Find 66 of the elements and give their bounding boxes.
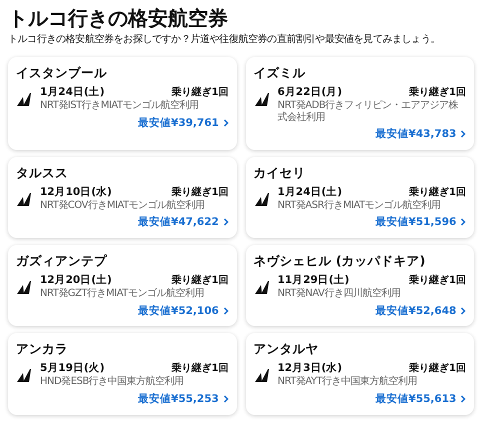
flight-date: 6月22日(月) [278,86,342,99]
city-name: カイセリ [254,164,306,180]
stops-label: 乗り継ぎ1回 [409,274,466,288]
flight-date: 12月20日(土) [40,274,112,287]
flight-date: 5月19日(火) [40,362,105,375]
route-text: NRT発NAV行き四川航空利用 [278,288,402,300]
stops-label: 乗り継ぎ1回 [172,274,228,288]
city-name: アンカラ [16,341,69,356]
flight-card[interactable]: アンカラ 5月19日(火) 乗り継ぎ1回 HND発ESB行き中国東方航空利用 最安値¥55,253 [8,333,236,414]
price-link[interactable]: 最安値¥43,783 [376,127,466,143]
stops-label: 乗り継ぎ1回 [172,362,228,376]
chevron-right-icon [222,218,228,226]
city-name: イスタンブール [16,65,108,80]
page-title: トルコ行きの格安航空券 [8,6,229,30]
chevron-right-icon [460,218,466,226]
flight-card[interactable]: イスタンブール 1月24日(土) 乗り継ぎ1回 NRT発IST行きMIATモンゴル航空利用 最安値¥39,761 [8,57,236,150]
slanted-stripes-icon [16,190,32,207]
city-name: ガズィアンテプ [16,253,108,268]
flight-card[interactable]: タルスス 12月10日(水) 乗り継ぎ1回 NRT発COV行きMIATモンゴル航空利用 最安値¥47,622 [8,156,236,238]
price-link[interactable]: 最安値¥55,613 [376,392,466,408]
flight-card[interactable]: アンタルヤ 12月3日(水) 乗り継ぎ1回 NRT発AYT行き中国東方航空利用 最安値¥55,613 [246,333,474,414]
stops-label: 乗り継ぎ1回 [172,186,228,200]
slanted-stripes-icon [16,279,32,295]
route-text: NRT発ASR行きMIATモンゴル航空利用 [278,200,442,212]
price-link[interactable]: 最安値¥52,648 [376,304,466,320]
price-link[interactable]: 最安値¥47,622 [138,215,228,231]
route-text: NRT発AYT行き中国東方航空利用 [278,376,418,388]
city-name: ネヴシェヒル (カッパドキア) [254,253,426,268]
stops-label: 乗り継ぎ1回 [409,186,466,200]
flight-card[interactable]: カイセリ 1月24日(土) 乗り継ぎ1回 NRT発ASR行きMIATモンゴル航空利用 最安値¥51,596 [246,156,474,238]
page-subtitle: トルコ行きの格安航空券をお探しですか？片道や往復航空券の直前割引や最安値を見てみましょう。 [8,32,442,47]
chevron-right-icon [460,306,466,315]
flight-date: 1月24日(土) [40,86,105,99]
route-text: NRT発COV行きMIATモンゴル航空利用 [40,200,206,212]
flight-date: 1月24日(土) [278,186,342,198]
chevron-right-icon [222,118,228,127]
stops-label: 乗り継ぎ1回 [172,86,228,100]
route-text: NRT発ADB行きフィリピン・エアアジア株式会社利用 [278,100,460,123]
slanted-stripes-icon [16,367,32,384]
chevron-right-icon [460,394,466,403]
chevron-right-icon [222,394,228,403]
flight-date: 12月3日(水) [278,362,342,375]
flight-card[interactable]: ネヴシェヒル (カッパドキア) 11月29日(土) 乗り継ぎ1回 NRT発NAV行き四川航空利用 最安値¥52,648 [246,245,474,326]
flight-date: 12月10日(水) [40,186,112,198]
price-link[interactable]: 最安値¥39,761 [138,116,228,132]
chevron-right-icon [222,306,228,315]
stops-label: 乗り継ぎ1回 [409,86,466,100]
slanted-stripes-icon [254,190,270,207]
slanted-stripes-icon [16,91,32,107]
route-text: NRT発IST行きMIATモンゴル航空利用 [40,100,200,112]
price-link[interactable]: 最安値¥52,106 [138,304,228,320]
flight-date: 11月29日(土) [278,274,350,287]
slanted-stripes-icon [254,279,270,295]
flight-card[interactable]: イズミル 6月22日(月) 乗り継ぎ1回 NRT発ADB行きフィリピン・エアアジア株式会社利用 最安値¥43,783 [246,57,474,150]
city-name: アンタルヤ [254,341,320,356]
price-link[interactable]: 最安値¥55,253 [138,392,228,408]
price-link[interactable]: 最安値¥51,596 [376,215,466,231]
city-name: イズミル [254,65,306,80]
route-text: NRT発GZT行きMIATモンゴル航空利用 [40,288,205,300]
slanted-stripes-icon [254,367,270,384]
city-name: タルスス [16,164,69,180]
stops-label: 乗り継ぎ1回 [409,362,466,376]
flight-card[interactable]: ガズィアンテプ 12月20日(土) 乗り継ぎ1回 NRT発GZT行きMIATモンゴル航空利用 最安値¥52,106 [8,245,236,326]
slanted-stripes-icon [254,91,270,107]
chevron-right-icon [460,130,466,138]
route-text: HND発ESB行き中国東方航空利用 [40,376,185,388]
